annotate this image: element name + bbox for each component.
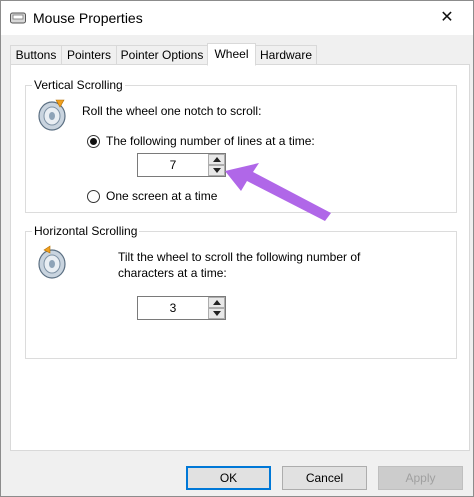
screen-radio[interactable] bbox=[87, 190, 100, 203]
tab-label: Wheel bbox=[214, 47, 249, 61]
chars-decrement-button[interactable] bbox=[208, 308, 225, 319]
close-button[interactable]: ✕ bbox=[435, 9, 459, 29]
cancel-button-label: Cancel bbox=[305, 471, 344, 485]
tab-pointers[interactable]: Pointers bbox=[61, 45, 117, 65]
horizontal-instruction-line2: characters at a time: bbox=[118, 266, 227, 280]
chars-increment-button[interactable] bbox=[208, 297, 225, 308]
vertical-instruction: Roll the wheel one notch to scroll: bbox=[82, 104, 262, 118]
mouse-tilt-icon bbox=[38, 245, 66, 279]
close-icon: ✕ bbox=[440, 9, 454, 26]
mouse-properties-dialog: Mouse Properties ✕ Buttons Pointers Poin… bbox=[0, 0, 474, 497]
tab-label: Buttons bbox=[15, 48, 57, 62]
tab-label: Pointer Options bbox=[120, 48, 204, 62]
screen-radio-label[interactable]: One screen at a time bbox=[106, 189, 217, 203]
tab-pointer-options[interactable]: Pointer Options bbox=[116, 45, 208, 65]
tab-wheel[interactable]: Wheel bbox=[207, 43, 256, 66]
lines-spinbox[interactable]: 7 bbox=[137, 153, 226, 177]
chars-value[interactable]: 3 bbox=[138, 297, 208, 319]
arrow-down-icon bbox=[213, 311, 221, 316]
horizontal-scrolling-title: Horizontal Scrolling bbox=[32, 224, 140, 238]
lines-radio-label[interactable]: The following number of lines at a time: bbox=[106, 134, 315, 148]
tab-label: Pointers bbox=[66, 48, 112, 62]
title-bar: Mouse Properties ✕ bbox=[1, 1, 473, 35]
annotation-arrow bbox=[225, 163, 331, 221]
mouse-icon bbox=[10, 12, 26, 24]
tab-strip: Buttons Pointers Pointer Options Wheel H… bbox=[10, 43, 470, 66]
tab-hardware[interactable]: Hardware bbox=[255, 45, 317, 65]
arrow-up-icon bbox=[213, 157, 221, 162]
ok-button-label: OK bbox=[219, 471, 238, 485]
tab-label: Hardware bbox=[259, 48, 313, 62]
apply-button: Apply bbox=[378, 466, 463, 490]
lines-radio[interactable] bbox=[87, 135, 100, 148]
chars-spinbox[interactable]: 3 bbox=[137, 296, 226, 320]
wheel-tab-panel: Vertical Scrolling Roll the wheel one no… bbox=[10, 64, 470, 451]
window-title: Mouse Properties bbox=[33, 10, 143, 26]
ok-button[interactable]: OK bbox=[186, 466, 271, 490]
arrow-down-icon bbox=[213, 168, 221, 173]
horizontal-instruction-line1: Tilt the wheel to scroll the following n… bbox=[118, 250, 361, 264]
arrow-up-icon bbox=[213, 300, 221, 305]
lines-value[interactable]: 7 bbox=[138, 154, 208, 176]
cancel-button[interactable]: Cancel bbox=[282, 466, 367, 490]
mouse-wheel-icon bbox=[38, 99, 66, 131]
vertical-scrolling-title: Vertical Scrolling bbox=[32, 78, 125, 92]
tab-buttons[interactable]: Buttons bbox=[10, 45, 62, 65]
apply-button-label: Apply bbox=[405, 471, 436, 485]
horizontal-scrolling-group: Horizontal Scrolling Tilt the wheel to s… bbox=[25, 224, 457, 359]
